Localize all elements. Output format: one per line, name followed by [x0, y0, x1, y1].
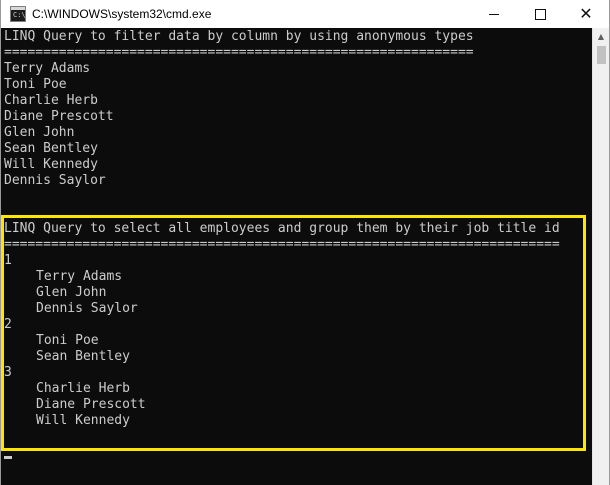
minimize-icon — [489, 13, 499, 15]
console-line: Will Kennedy — [4, 157, 98, 172]
window-title: C:\WINDOWS\system32\cmd.exe — [32, 7, 212, 21]
cmd-window: C:\ C:\WINDOWS\system32\cmd.exe ✕ LINQ Q… — [0, 0, 610, 485]
close-icon: ✕ — [579, 4, 593, 23]
console-line: Sean Bentley — [4, 141, 98, 156]
title-bar[interactable]: C:\ C:\WINDOWS\system32\cmd.exe ✕ — [1, 0, 609, 28]
cmd-app-icon[interactable]: C:\ — [10, 6, 26, 22]
console-line: Charlie Herb — [4, 93, 98, 108]
section2-header: LINQ Query to select all employees and g… — [4, 221, 560, 236]
section2-separator: ========================================… — [4, 237, 560, 252]
group-member: Terry Adams — [36, 269, 123, 284]
section1-header: LINQ Query to filter data by column by u… — [4, 29, 474, 44]
console-line: Toni Poe — [4, 77, 67, 92]
app-icon-text: C:\ — [13, 11, 26, 19]
console-line: Dennis Saylor — [4, 173, 106, 188]
console-line: Glen John — [4, 125, 75, 140]
maximize-button[interactable] — [517, 0, 563, 28]
window-controls: ✕ — [471, 0, 609, 28]
group-member: Diane Prescott — [36, 397, 146, 412]
scroll-up-button[interactable]: ▲ — [593, 28, 609, 45]
group-member: Charlie Herb — [36, 381, 130, 396]
group-id: 3 — [4, 365, 12, 380]
group-member: Glen John — [36, 285, 107, 300]
group-member: Toni Poe — [36, 333, 99, 348]
console-line: Terry Adams — [4, 61, 91, 76]
console-output[interactable]: LINQ Query to filter data by column by u… — [1, 29, 592, 485]
scroll-thumb[interactable] — [597, 46, 606, 64]
group-member: Dennis Saylor — [36, 301, 138, 316]
chevron-up-icon: ▲ — [597, 32, 605, 41]
minimize-button[interactable] — [471, 0, 517, 28]
group-id: 1 — [4, 253, 12, 268]
vertical-scrollbar[interactable]: ▲ — [592, 28, 609, 485]
group-member: Sean Bentley — [36, 349, 130, 364]
group-member: Will Kennedy — [36, 413, 130, 428]
section1-separator: ========================================… — [4, 45, 474, 60]
maximize-icon — [534, 8, 546, 20]
text-cursor — [4, 456, 12, 459]
group-id: 2 — [4, 317, 12, 332]
console-line: Diane Prescott — [4, 109, 114, 124]
close-button[interactable]: ✕ — [563, 0, 609, 28]
